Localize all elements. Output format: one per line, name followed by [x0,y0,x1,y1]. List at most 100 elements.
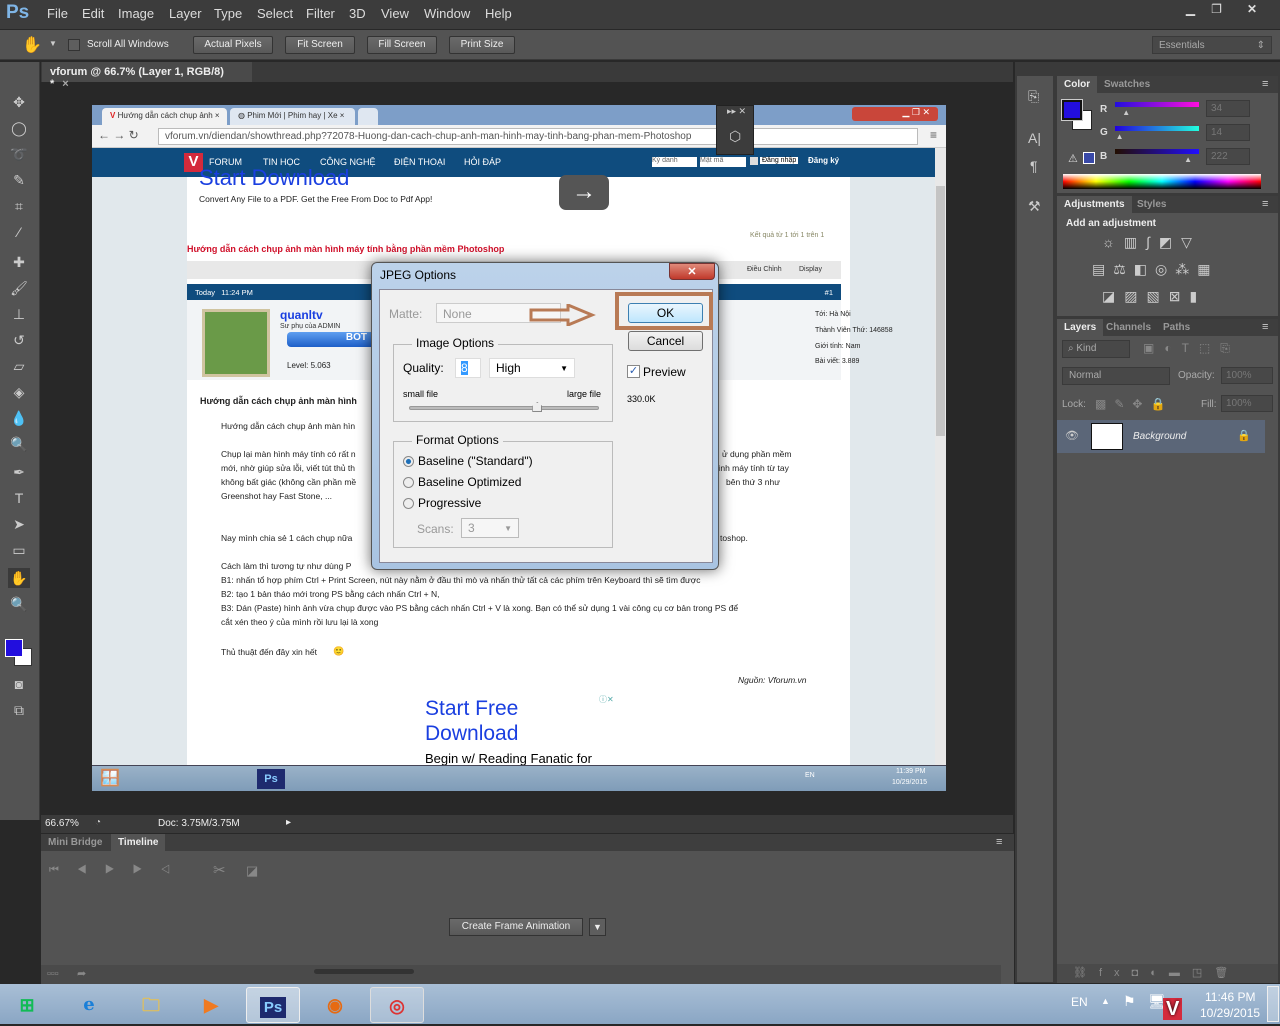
type-tool-icon[interactable]: T [8,488,30,508]
post-number[interactable]: #1 [825,288,833,297]
stamp-tool-icon[interactable]: ⊥ [8,304,30,324]
password-input[interactable]: Mật mã [700,157,746,167]
menu-window[interactable]: Window [424,6,470,21]
tool-preset-dropdown-icon[interactable]: ▼ [49,39,57,48]
document-tab[interactable]: vforum @ 66.7% (Layer 1, RGB/8) * × [42,62,252,90]
tab-timeline[interactable]: Timeline [111,834,166,851]
action-center-flag-icon[interactable]: ⚑ [1123,993,1136,1010]
collapse-close-icon[interactable]: ▸▸ ✕ [727,106,746,117]
screen-mode-icon[interactable]: ⧉ [8,700,30,720]
paragraph-icon[interactable]: ¶ [1030,158,1038,174]
new-tab-button[interactable] [358,108,378,125]
3d-cube-icon[interactable]: ⬡ [729,128,741,145]
tab-color[interactable]: Color [1057,76,1098,93]
quality-preset-select[interactable]: High ▼ [489,358,575,378]
tray-time[interactable]: 11:46 PM [1205,990,1255,1004]
curves-icon[interactable]: ∫ [1146,234,1159,250]
panel-menu-icon[interactable]: ≡ [996,836,1002,848]
playback-controls-icon[interactable]: ⏮◀▶▶◁ [49,864,188,877]
create-frame-animation-button[interactable]: Create Frame Animation [449,918,583,936]
paint-bucket-tool-icon[interactable]: ◈ [8,382,30,402]
eraser-tool-icon[interactable]: ▱ [8,356,30,376]
transition-icon[interactable]: ◪ [246,863,258,879]
close-tab-icon[interactable]: × [62,78,68,90]
photo-filter-icon[interactable]: ◎ [1155,261,1175,277]
menu-edit[interactable]: Edit [82,6,104,21]
rectangle-tool-icon[interactable]: ▭ [8,540,30,560]
foreground-color-swatch[interactable] [5,639,23,657]
hue-saturation-icon[interactable]: ▤ [1092,261,1113,277]
menu-3d[interactable]: 3D [349,6,366,21]
healing-brush-tool-icon[interactable]: ✚ [8,252,30,272]
close-button[interactable]: ✕ [1232,0,1272,18]
link-layers-icon[interactable]: ⛓ [1073,967,1099,979]
layer-filter-select[interactable]: ⌕ Kind [1062,340,1130,358]
tray-expand-icon[interactable]: ▲ [1101,996,1110,1006]
arrow-right-icon[interactable]: → [559,175,609,210]
brush-tool-icon[interactable]: 🖌 [8,278,30,298]
r-slider[interactable] [1115,102,1199,107]
gradient-map-icon[interactable]: ▮ [1189,288,1206,304]
ad-close-icon[interactable]: ⓘ✕ [599,694,614,705]
quality-slider[interactable] [409,402,599,412]
hand-tool-icon[interactable]: ✋ [22,35,42,55]
preview-checkbox[interactable]: ✓ [627,365,640,378]
quick-select-tool-icon[interactable]: ✎ [8,170,30,190]
user-avatar[interactable] [202,309,270,377]
login-button[interactable]: Đăng nhập [760,157,799,164]
floating-3d-panel[interactable]: ▸▸ ✕ ⬡ [716,105,754,155]
quality-input[interactable]: 8 [455,358,481,378]
channel-mixer-icon[interactable]: ⁂ [1175,261,1197,277]
convert-icon[interactable]: ➦ [77,967,86,980]
menu-select[interactable]: Select [257,6,293,21]
internet-explorer-icon[interactable]: e [62,987,116,1023]
cancel-button[interactable]: Cancel [628,331,703,351]
history-brush-tool-icon[interactable]: ↺ [8,330,30,350]
menu-icon[interactable]: ≡ [930,128,937,142]
levels-icon[interactable]: ▥ [1124,234,1146,250]
layer-row-background[interactable]: 👁 Background 🔒 [1057,420,1265,453]
scroll-all-windows-checkbox[interactable] [68,39,80,51]
brightness-icon[interactable]: ☼ [1102,234,1124,250]
show-desktop-button[interactable] [1267,986,1279,1022]
adjustment-icons-row-3[interactable]: ◪▨▧⊠▮ [1102,288,1206,305]
posterize-icon[interactable]: ▨ [1124,288,1146,304]
browser-window-controls[interactable]: ▁ ❐ ✕ [852,107,938,121]
username-input[interactable]: Ký danh [652,157,697,167]
tab-paths[interactable]: Paths [1156,319,1197,336]
quality-slider-thumb[interactable] [532,402,543,412]
media-player-icon[interactable]: ▶ [184,987,238,1023]
tray-date[interactable]: 10/29/2015 [1200,1006,1260,1020]
ad-title[interactable]: Start Download [199,165,349,191]
frames-icon[interactable]: ▫▫▫ [47,968,59,980]
restore-button[interactable]: ❐ [1200,0,1233,18]
crop-tool-icon[interactable]: ⌗ [8,196,30,216]
hand-tool-icon[interactable]: ✋ [8,568,30,588]
color-spectrum-ramp[interactable] [1063,174,1261,189]
ad-bottom-title-2[interactable]: Download [425,722,518,746]
exposure-icon[interactable]: ◩ [1159,234,1181,250]
color-balance-icon[interactable]: ⚖ [1113,261,1134,277]
start-button-icon[interactable]: ⊞ [0,987,54,1023]
scans-select[interactable]: 3 ▼ [461,518,519,538]
fit-screen-button[interactable]: Fit Screen [285,36,355,54]
photoshop-taskbar-button[interactable]: Ps [246,987,300,1023]
fill-input[interactable]: 100% [1221,395,1273,412]
vibrance-icon[interactable]: ▽ [1181,234,1201,250]
tab-layers[interactable]: Layers [1057,319,1104,336]
panel-menu-icon[interactable]: ≡ [1262,78,1268,90]
menu-filter[interactable]: Filter [306,6,335,21]
menu-image[interactable]: Image [118,6,154,21]
opacity-input[interactable]: 100% [1221,367,1273,384]
panel-menu-icon[interactable]: ≡ [1262,321,1268,333]
print-size-button[interactable]: Print Size [449,36,515,54]
baseline-standard-radio[interactable] [403,456,414,467]
username[interactable]: quanltv [280,308,323,322]
adjustment-icons-row-1[interactable]: ☼▥∫◩▽ [1102,234,1201,251]
panel-menu-icon[interactable]: ≡ [1262,198,1268,210]
workspace-switcher[interactable]: Essentials ⇕ [1152,36,1272,54]
nav-hoi-dap[interactable]: HỎI ĐÁP [464,157,501,167]
menu-help[interactable]: Help [485,6,512,21]
fill-screen-button[interactable]: Fill Screen [367,36,437,54]
g-value-input[interactable]: 14 [1206,124,1250,141]
